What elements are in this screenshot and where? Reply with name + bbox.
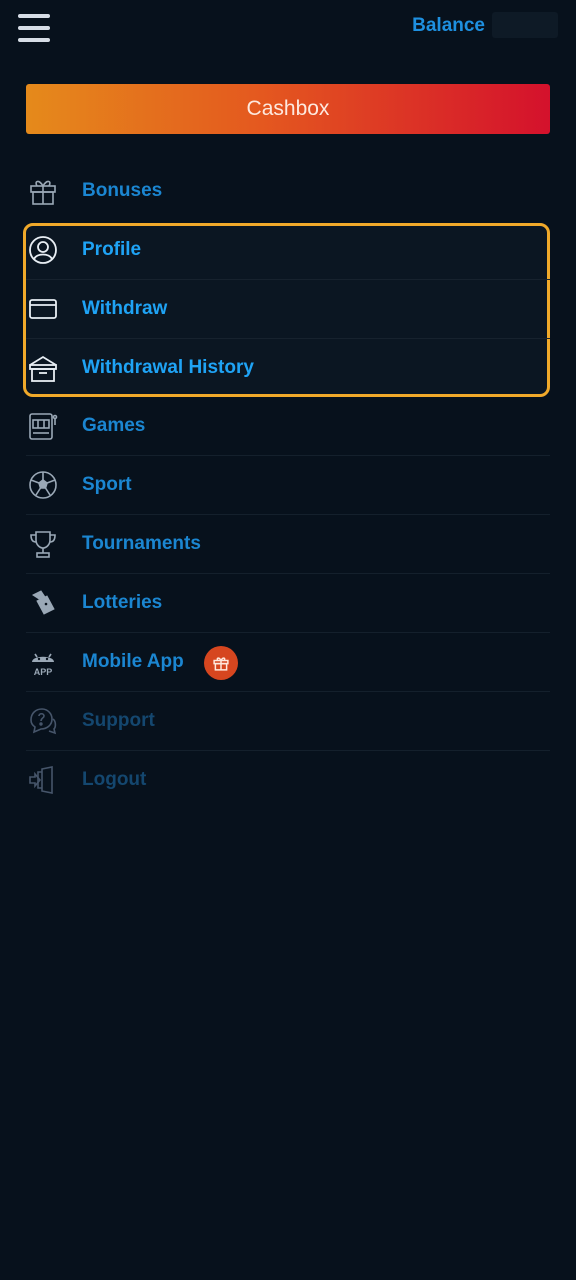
hamburger-icon[interactable]: [18, 14, 52, 44]
menu-item-sport[interactable]: Sport: [26, 456, 550, 515]
android-app-icon: APP: [26, 645, 60, 679]
menu-item-bonuses[interactable]: Bonuses: [26, 162, 550, 220]
menu-item-profile[interactable]: Profile: [26, 221, 550, 280]
account-menu-group: Profile Withdraw Withdrawal History: [26, 221, 550, 397]
menu-item-label: Tournaments: [82, 533, 201, 554]
menu-item-label: Bonuses: [82, 180, 163, 201]
menu-item-label: Sport: [82, 474, 132, 495]
app-text: APP: [34, 667, 53, 677]
menu-item-label: Lotteries: [82, 592, 163, 613]
menu-item-games[interactable]: Games: [26, 397, 550, 456]
gift-badge-icon: [204, 646, 238, 680]
menu-item-lotteries[interactable]: Lotteries: [26, 574, 550, 633]
menu-item-withdraw[interactable]: Withdraw: [26, 280, 550, 339]
slot-machine-icon: [26, 409, 60, 443]
menu-item-label: Logout: [82, 769, 147, 790]
menu-item-label: Profile: [82, 239, 142, 260]
menu-item-label: Games: [82, 415, 146, 436]
archive-box-icon: [26, 351, 60, 385]
menu-item-logout[interactable]: Logout: [26, 751, 550, 809]
lottery-tickets-icon: [26, 586, 60, 620]
menu-item-mobile-app[interactable]: APP Mobile App: [26, 633, 550, 692]
lower-menu: Games Sport Tournaments Lotteries APP Mo…: [26, 397, 550, 809]
trophy-icon: [26, 527, 60, 561]
side-menu-screen: Balance Cashbox Bonuses Profile Withdraw…: [0, 0, 576, 1280]
balance-label: Balance: [412, 15, 485, 36]
logout-icon: [26, 763, 60, 797]
main-menu: Bonuses: [26, 162, 550, 220]
soccer-ball-icon: [26, 468, 60, 502]
menu-item-tournaments[interactable]: Tournaments: [26, 515, 550, 574]
menu-item-label: Support: [82, 710, 155, 731]
card-icon: [26, 292, 60, 326]
gift-icon: [26, 174, 60, 208]
menu-item-label: Withdrawal History: [82, 357, 254, 378]
menu-item-label: Mobile App: [82, 651, 184, 672]
user-circle-icon: [26, 233, 60, 267]
menu-item-label: Withdraw: [82, 298, 168, 319]
cashbox-button[interactable]: Cashbox: [26, 84, 550, 134]
menu-item-support[interactable]: Support: [26, 692, 550, 751]
help-chat-icon: [26, 704, 60, 738]
menu-item-withdrawal-history[interactable]: Withdrawal History: [26, 339, 550, 397]
balance-value: [492, 12, 558, 38]
